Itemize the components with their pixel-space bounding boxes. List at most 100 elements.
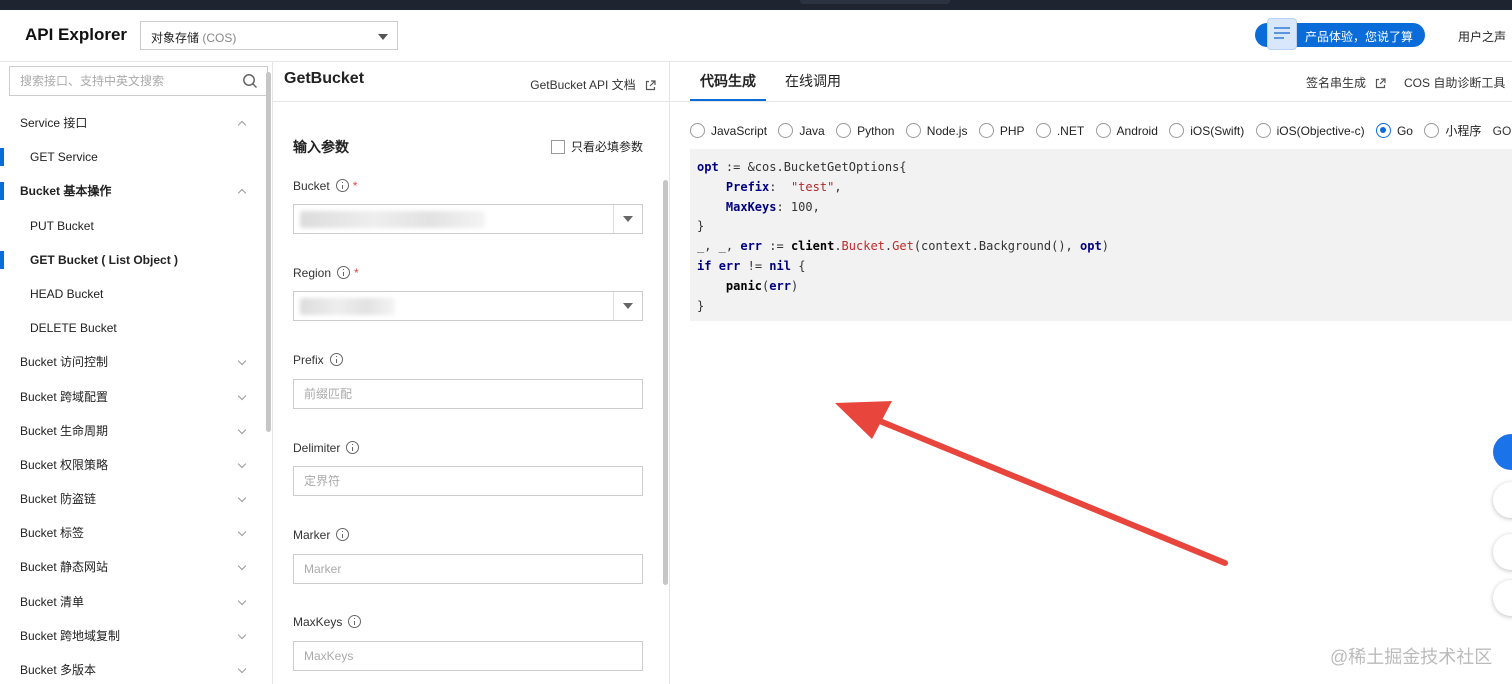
required-only-checkbox[interactable]: 只看必填参数: [551, 138, 643, 155]
lang-php[interactable]: PHP: [978, 123, 1025, 138]
required-star: *: [352, 179, 358, 193]
feedback-button[interactable]: 产品体验，您说了算: [1255, 18, 1425, 50]
nav-item-delete-bucket[interactable]: DELETE Bucket: [0, 311, 265, 345]
nav-group-bucket-website[interactable]: Bucket 静态网站: [0, 550, 265, 584]
code-tabs: 代码生成 在线调用 签名串生成 COS 自助诊断工具: [670, 62, 1512, 102]
lang-javascript[interactable]: JavaScript: [690, 123, 767, 138]
radio-button[interactable]: [690, 123, 705, 138]
lang-python[interactable]: Python: [836, 123, 894, 138]
search-icon[interactable]: [242, 73, 258, 89]
maxkeys-input[interactable]: [293, 641, 643, 671]
info-icon[interactable]: [337, 266, 351, 279]
product-select[interactable]: 对象存储 (COS): [140, 21, 398, 50]
code-panel: 代码生成 在线调用 签名串生成 COS 自助诊断工具 JavaScript Ja…: [670, 62, 1512, 684]
lang-nodejs[interactable]: Node.js: [905, 123, 967, 138]
info-icon[interactable]: [335, 179, 349, 192]
code-line: panic(err): [725, 278, 799, 293]
nav-group-bucket-replication[interactable]: Bucket 跨地域复制: [0, 619, 265, 653]
nav-item-head-bucket[interactable]: HEAD Bucket: [0, 277, 265, 311]
chevron-down-icon: [237, 425, 247, 434]
lang-ios-objc[interactable]: iOS(Objective-c): [1255, 123, 1365, 138]
radio-button[interactable]: [778, 123, 794, 138]
cos-diagnose-tool-link[interactable]: COS 自助诊断工具: [1404, 74, 1505, 91]
nav-group-bucket-cors[interactable]: Bucket 跨域配置: [0, 380, 265, 414]
info-icon[interactable]: [348, 615, 362, 628]
nav-group-bucket-lifecycle[interactable]: Bucket 生命周期: [0, 414, 265, 448]
lang-android[interactable]: Android: [1095, 123, 1158, 138]
chevron-down-icon: [623, 216, 633, 222]
code-line: if err != nil {: [697, 258, 806, 273]
product-select-value: 对象存储: [151, 31, 200, 45]
params-header: GetBucket GetBucket API 文档: [273, 62, 669, 102]
marker-input[interactable]: [293, 554, 643, 584]
chevron-up-icon: [237, 189, 247, 198]
radio-button[interactable]: [836, 123, 852, 138]
lang-ios-swift[interactable]: iOS(Swift): [1169, 123, 1244, 138]
support-icon[interactable]: [1493, 434, 1512, 470]
nav-group-bucket-acl[interactable]: Bucket 访问控制: [0, 345, 265, 379]
signature-tool-link[interactable]: 签名串生成: [1306, 74, 1386, 91]
radio-button[interactable]: [1424, 123, 1440, 138]
radio-button[interactable]: [1035, 123, 1051, 138]
nav-group-bucket-policy[interactable]: Bucket 权限策略: [0, 448, 265, 482]
sidebar-scrollbar[interactable]: [266, 72, 271, 432]
api-nav-list: Service 接口 GET Service Bucket 基本操作 PUT B…: [0, 106, 265, 684]
nav-item-get-service[interactable]: GET Service: [0, 140, 265, 174]
language-radio-group: JavaScript Java Python Node.js PHP .NET …: [690, 122, 1512, 140]
generated-code-block: opt := &cos.BucketGetOptions{ Prefix: "t…: [690, 149, 1512, 321]
radio-button[interactable]: [1169, 123, 1185, 138]
chevron-down-icon: [237, 630, 247, 640]
chevron-down-icon: [237, 562, 247, 571]
info-icon[interactable]: [329, 353, 343, 366]
chevron-down-icon: [237, 596, 247, 605]
external-link-icon: [645, 80, 656, 91]
checkbox-box[interactable]: [551, 140, 565, 154]
list-icon[interactable]: [1493, 580, 1512, 616]
bucket-select[interactable]: [293, 204, 643, 234]
nav-group-bucket-inventory[interactable]: Bucket 清单: [0, 585, 265, 619]
code-line: MaxKeys: 100,: [725, 199, 820, 214]
user-voice-link[interactable]: 用户之声: [1458, 28, 1506, 45]
redacted-value: [300, 211, 485, 228]
region-select[interactable]: [293, 291, 643, 321]
nav-item-put-bucket[interactable]: PUT Bucket: [0, 209, 265, 243]
document-icon[interactable]: [1493, 534, 1512, 570]
cloud-icon[interactable]: [1493, 482, 1512, 518]
lang-go[interactable]: Go: [1375, 123, 1413, 138]
params-scrollbar[interactable]: [663, 180, 668, 585]
nav-group-bucket-basic[interactable]: Bucket 基本操作: [0, 174, 265, 208]
nav-group-bucket-referer[interactable]: Bucket 防盗链: [0, 482, 265, 516]
chevron-down-icon: [237, 493, 247, 503]
radio-button[interactable]: [1095, 123, 1111, 138]
radio-button[interactable]: [978, 123, 994, 138]
api-name-title: GetBucket: [284, 70, 365, 87]
redacted-value: [300, 298, 395, 315]
api-search: [9, 66, 268, 96]
annotation-arrow: [835, 401, 1228, 566]
radio-button[interactable]: [905, 123, 921, 138]
delimiter-input[interactable]: [293, 466, 643, 496]
nav-item-get-bucket[interactable]: GET Bucket ( List Object ): [0, 243, 265, 277]
code-line: }: [697, 219, 705, 234]
code-line: opt := &cos.BucketGetOptions{: [697, 160, 907, 174]
params-panel: GetBucket GetBucket API 文档 输入参数 只看必填参数 B…: [273, 62, 670, 684]
sdk-doc-link[interactable]: GO SDK使用: [1493, 122, 1512, 139]
prefix-input[interactable]: [293, 379, 643, 409]
tab-online-call[interactable]: 在线调用: [785, 71, 841, 91]
lang-dotnet[interactable]: .NET: [1035, 123, 1084, 138]
api-doc-link[interactable]: GetBucket API 文档: [530, 76, 656, 93]
nav-group-bucket-versioning[interactable]: Bucket 多版本: [0, 653, 265, 684]
nav-group-service[interactable]: Service 接口: [0, 106, 265, 140]
delimiter-label: Delimiter: [293, 441, 360, 455]
info-icon[interactable]: [346, 441, 360, 454]
lang-java[interactable]: Java: [778, 123, 825, 138]
watermark: @稀土掘金技术社区: [1330, 647, 1493, 667]
nav-group-bucket-tagging[interactable]: Bucket 标签: [0, 516, 265, 550]
radio-button-selected[interactable]: [1375, 123, 1391, 138]
chevron-down-icon: [237, 357, 247, 366]
lang-miniprogram[interactable]: 小程序: [1424, 122, 1481, 139]
tab-code-generate[interactable]: 代码生成: [700, 71, 756, 91]
info-icon[interactable]: [336, 528, 350, 541]
api-search-input[interactable]: [10, 67, 238, 95]
radio-button[interactable]: [1255, 123, 1271, 138]
